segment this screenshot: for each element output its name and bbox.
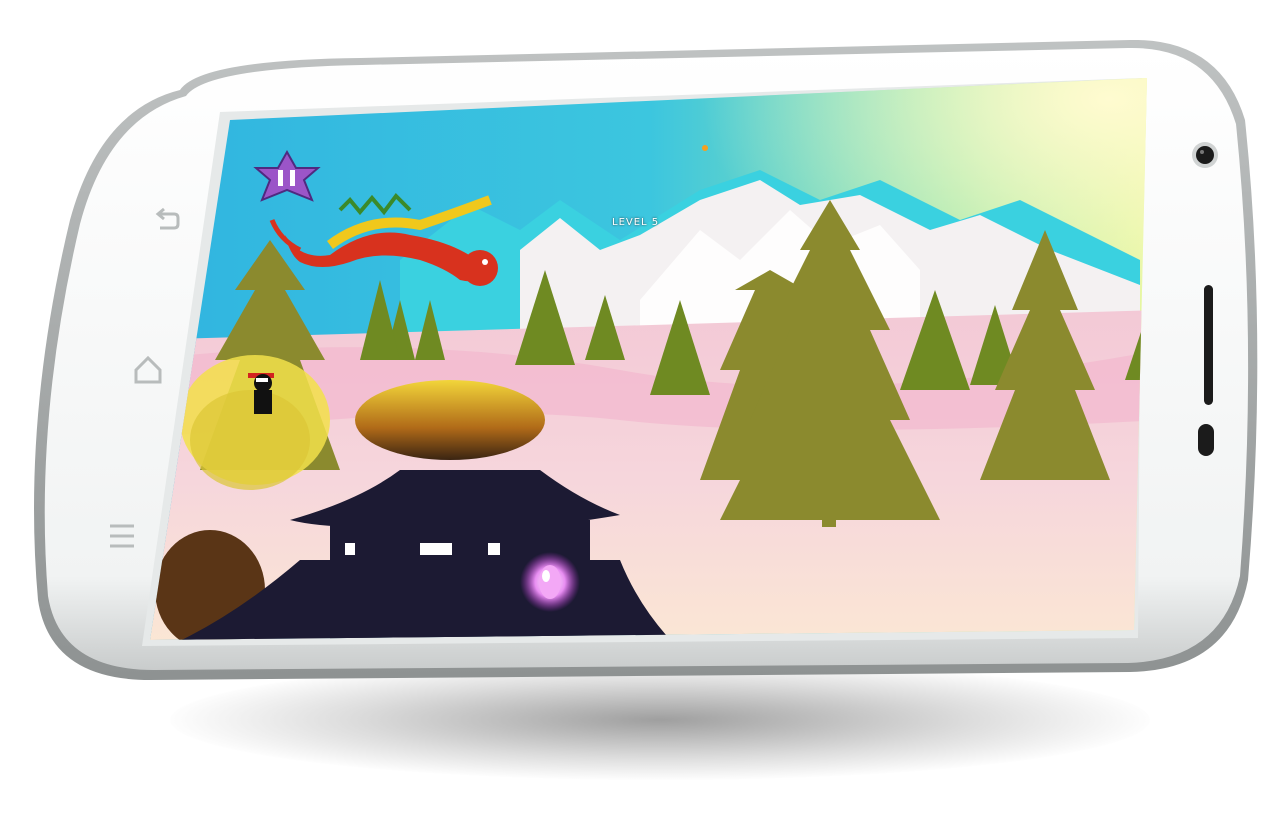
game-screen[interactable]	[0, 0, 1284, 826]
pause-icon[interactable]	[278, 170, 283, 186]
dragon-egg[interactable]	[520, 552, 580, 612]
level-label: LEVEL 5	[612, 217, 660, 228]
star-pickup	[702, 145, 708, 151]
app-screenshot: LEVEL 5	[0, 0, 1284, 826]
